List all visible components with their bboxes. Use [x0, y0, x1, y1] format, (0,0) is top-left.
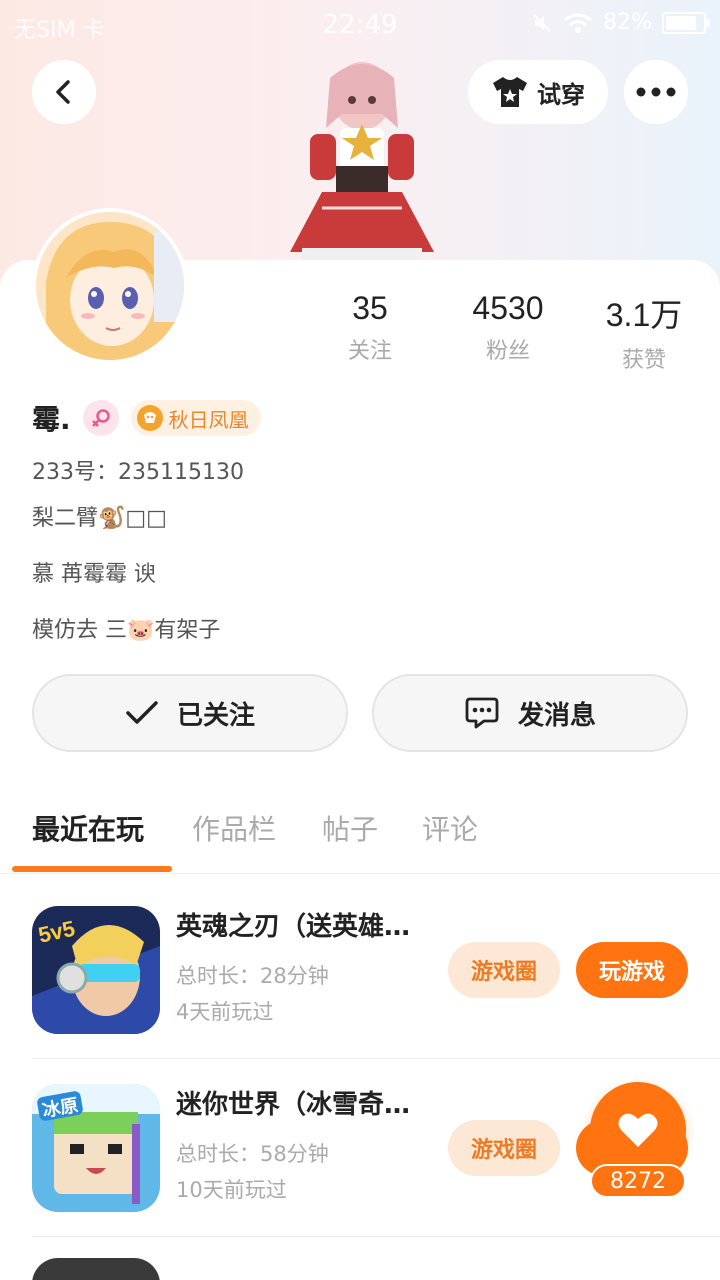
tab-comments[interactable]: 评论: [422, 808, 478, 848]
title-badge-label: 秋日凤凰: [168, 407, 249, 432]
game-title: 英魂之刃（送英雄…: [176, 912, 411, 942]
mute-icon: [533, 13, 551, 32]
game-circle-button[interactable]: 游戏圈: [448, 942, 560, 998]
more-dots-icon: [636, 87, 676, 97]
battery-icon: [662, 11, 710, 34]
list-item[interactable]: 5v5 英魂之刃（送英雄… 总时长：28分钟 4天前玩过 游戏圈 玩游戏: [0, 876, 720, 1052]
wifi-icon: [564, 13, 593, 33]
chat-bubble-icon: [465, 697, 499, 729]
female-icon: [82, 400, 119, 436]
game-icon[interactable]: 冰原: [32, 1084, 160, 1212]
message-button[interactable]: 发消息: [372, 674, 688, 752]
stat-followers[interactable]: 4530 粉丝: [438, 290, 578, 365]
battery-percent: 82%: [603, 10, 652, 35]
game-icon[interactable]: 5v5: [32, 906, 160, 1034]
avatar-character-image: [290, 62, 434, 260]
game-circle-button[interactable]: 游戏圈: [448, 1120, 560, 1176]
stat-label: 关注: [347, 339, 392, 364]
avatar[interactable]: [32, 208, 188, 364]
stat-label: 获赞: [621, 348, 666, 373]
chevron-left-icon: [56, 80, 70, 104]
more-button[interactable]: [624, 60, 688, 124]
heart-icon: [618, 1113, 658, 1147]
back-button[interactable]: [32, 60, 96, 124]
phoenix-badge-icon: [136, 405, 163, 431]
tshirt-icon: [493, 77, 527, 107]
game-last-played: 10天前玩过: [176, 1178, 287, 1202]
bio-line-2: 慕 苒霉霉 谀: [32, 562, 156, 587]
list-item-partial: [32, 1258, 160, 1280]
stat-value: 35: [352, 290, 388, 326]
divider: [32, 1236, 720, 1237]
try-on-label: 试穿: [537, 80, 585, 109]
game-duration: 总时长：28分钟: [176, 964, 329, 988]
user-name: 霉.: [32, 403, 71, 436]
tab-works[interactable]: 作品栏: [192, 808, 276, 848]
game-last-played: 4天前玩过: [176, 1000, 274, 1024]
game-duration: 总时长：58分钟: [176, 1142, 329, 1166]
stat-likes[interactable]: 3.1万 获赞: [574, 290, 714, 374]
status-icons: 82%: [531, 10, 710, 35]
stats-row: 35 关注 4530 粉丝 3.1万 获赞: [300, 290, 720, 373]
bio-line-3: 模仿去 三🐷有架子: [32, 618, 221, 643]
message-label: 发消息: [517, 700, 596, 731]
stat-label: 粉丝: [485, 339, 530, 364]
user-id: 233号：235115130: [32, 460, 244, 485]
like-count: 8272: [590, 1164, 686, 1198]
name-row: 霉. 秋日凤凰: [32, 398, 261, 438]
title-badge[interactable]: 秋日凤凰: [130, 400, 261, 436]
status-bar: 无SIM 卡 22:49 82%: [0, 0, 720, 50]
stat-value: 4530: [472, 290, 544, 326]
stat-following[interactable]: 35 关注: [300, 290, 440, 365]
play-game-button[interactable]: 玩游戏: [576, 942, 688, 998]
profile-tabs: 最近在玩 作品栏 帖子 评论: [0, 800, 720, 874]
followed-label: 已关注: [176, 700, 255, 731]
followed-button[interactable]: 已关注: [32, 674, 348, 752]
game-title: 迷你世界（冰雪奇…: [176, 1090, 411, 1120]
active-tab-indicator: [12, 866, 172, 872]
check-icon: [126, 701, 158, 724]
tab-posts[interactable]: 帖子: [322, 808, 378, 848]
tab-recently-played[interactable]: 最近在玩: [32, 808, 144, 848]
stat-value: 3.1万: [605, 297, 683, 333]
avatar-image: [36, 212, 184, 360]
bio-line-1: 梨二臂🐒□□: [32, 506, 167, 531]
try-on-button[interactable]: 试穿: [468, 60, 608, 124]
